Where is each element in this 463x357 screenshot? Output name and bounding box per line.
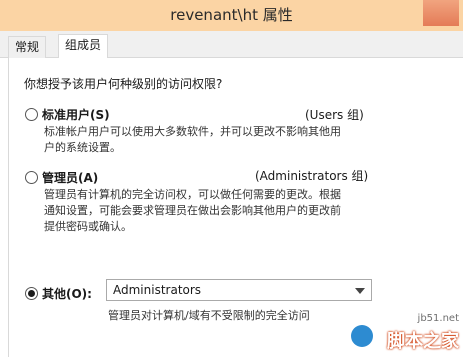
chevron-down-icon bbox=[355, 288, 365, 294]
other-note: 管理员对计算机/域有不受限制的完全访问 bbox=[108, 309, 310, 322]
tab-members[interactable]: 组成员 bbox=[58, 34, 109, 59]
close-button[interactable] bbox=[423, 0, 459, 26]
watermark-url: jb51.net bbox=[417, 313, 459, 324]
standard-user-desc: 标准帐户用户可以使用大多数软件，并可以更改不影响其他用 户的系统设置。 bbox=[44, 124, 341, 156]
tab-general[interactable]: 常规 bbox=[8, 36, 47, 58]
standard-user-group: (Users 组) bbox=[305, 108, 364, 122]
other-group-select[interactable]: Administrators bbox=[106, 279, 372, 301]
access-question: 你想授予该用户何种级别的访问权限? bbox=[24, 77, 223, 91]
other-radio[interactable] bbox=[25, 287, 38, 300]
window-title: revenant\ht 属性 bbox=[170, 6, 293, 24]
tab-strip: 常规 组成员 bbox=[0, 31, 463, 59]
watermark-name: 脚本之家 bbox=[387, 331, 459, 352]
standard-user-desc-line: 标准帐户用户可以使用大多数软件，并可以更改不影响其他用 bbox=[44, 125, 341, 138]
standard-user-label[interactable]: 标准用户(S) bbox=[42, 106, 110, 123]
administrator-desc-line: 管理员有计算机的完全访问权，可以做任何需要的更改。根据 bbox=[44, 188, 341, 201]
standard-user-desc-line: 户的系统设置。 bbox=[44, 141, 121, 154]
administrator-group: (Administrators 组) bbox=[255, 169, 369, 183]
administrator-desc-line: 通知设置，可能会要求管理员在做出会影响其他用户的更改前 bbox=[44, 204, 341, 217]
watermark-logo-icon bbox=[351, 325, 373, 347]
administrator-label[interactable]: 管理员(A) bbox=[42, 169, 98, 186]
administrator-desc: 管理员有计算机的完全访问权，可以做任何需要的更改。根据 通知设置，可能会要求管理… bbox=[44, 187, 341, 235]
other-group-value: Administrators bbox=[113, 283, 202, 297]
administrator-radio[interactable] bbox=[25, 171, 38, 184]
watermark: jb51.net 脚本之家 bbox=[351, 313, 461, 357]
standard-user-radio[interactable] bbox=[25, 108, 38, 121]
administrator-desc-line: 提供密码或确认。 bbox=[44, 220, 132, 233]
other-label[interactable]: 其他(O): bbox=[42, 285, 92, 302]
